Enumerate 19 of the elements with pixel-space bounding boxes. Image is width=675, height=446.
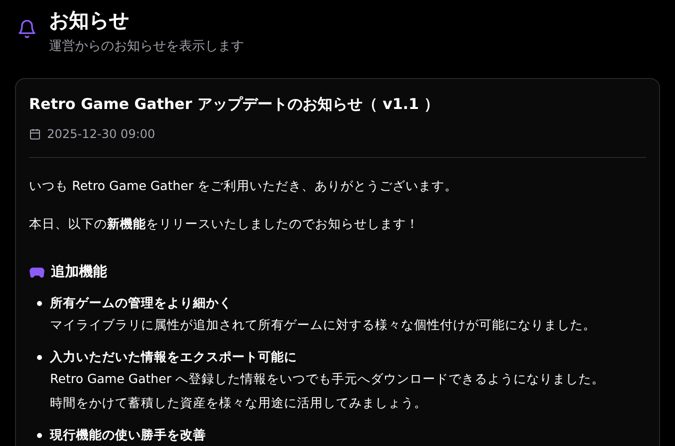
notice-paragraph: 本日、以下の新機能をリリースいたしましたのでお知らせします！ bbox=[29, 215, 420, 233]
bell-icon bbox=[17, 18, 37, 40]
notice-title: Retro Game Gather アップデートのお知らせ（ v1.1 ） bbox=[29, 94, 440, 115]
bullet-icon bbox=[37, 355, 42, 360]
bullet-icon bbox=[37, 301, 42, 306]
feature-title: 所有ゲームの管理をより細かく bbox=[50, 294, 233, 312]
feature-description: 時間をかけて蓄積した資産を様々な用途に活用してみましょう。 bbox=[50, 394, 428, 412]
page-subtitle: 運営からのお知らせを表示します bbox=[49, 38, 244, 56]
feature-description: Retro Game Gather へ登録した情報をいつでも手元へダウンロードできるようになりました。 bbox=[50, 370, 604, 388]
notice-date: 2025-12-30 09:00 bbox=[47, 126, 156, 143]
feature-title: 入力いただいた情報をエクスポート可能に bbox=[50, 348, 298, 366]
page-title: お知らせ bbox=[49, 7, 130, 34]
gamepad-icon bbox=[29, 266, 45, 278]
feature-description: マイライブラリに属性が追加されて所有ゲームに対する様々な個性付けが可能になりました。 bbox=[50, 316, 596, 334]
notice-paragraph: いつも Retro Game Gather をご利用いただき、ありがとうございます。 bbox=[29, 177, 458, 195]
section-heading: 追加機能 bbox=[51, 263, 107, 282]
calendar-icon bbox=[29, 128, 41, 140]
feature-title: 現行機能の使い勝手を改善 bbox=[50, 426, 206, 444]
bullet-icon bbox=[37, 433, 42, 438]
